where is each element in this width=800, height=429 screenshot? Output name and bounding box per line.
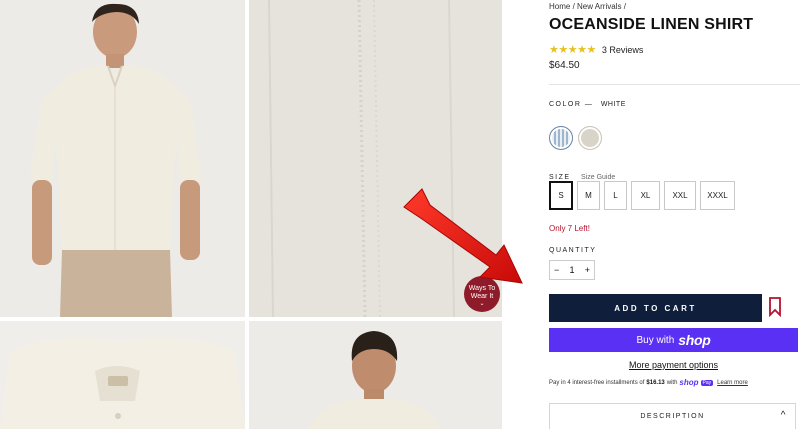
- description-label: DESCRIPTION: [640, 413, 705, 420]
- installments-amount: $16.13: [646, 379, 665, 386]
- gallery-image-back[interactable]: [249, 321, 502, 429]
- breadcrumb-home[interactable]: Home: [549, 2, 570, 11]
- pay-badge: Pay: [700, 379, 714, 386]
- color-separator: —: [584, 101, 594, 108]
- learn-more-link[interactable]: Learn more: [717, 380, 748, 386]
- installments-text: Pay in 4 interest-free installments of: [549, 379, 645, 386]
- color-label: COLOR: [549, 101, 582, 108]
- shop-pay-mini-logo: shop: [679, 378, 699, 387]
- star-rating-icon: ★★★★★: [549, 44, 596, 56]
- add-to-cart-button[interactable]: ADD TO CART: [549, 294, 762, 322]
- shop-pay-button[interactable]: Buy with shop: [549, 328, 798, 352]
- size-option-m[interactable]: M: [577, 181, 600, 210]
- ways-to-wear-badge[interactable]: Ways To Wear It ⌄: [464, 276, 500, 312]
- installments-with: with: [666, 379, 678, 386]
- size-options: S M L XL XXL XXXL: [549, 181, 735, 210]
- breadcrumb-new-arrivals[interactable]: New Arrivals: [577, 2, 621, 11]
- blue-stripe-swatch[interactable]: [549, 126, 573, 150]
- color-value: WHITE: [600, 101, 626, 108]
- size-label: SIZE: [549, 174, 571, 181]
- quantity-plus-button[interactable]: +: [585, 265, 590, 275]
- gallery-image-fabric-closeup[interactable]: [249, 0, 502, 317]
- white-swatch[interactable]: [578, 126, 602, 150]
- size-option-l[interactable]: L: [604, 181, 627, 210]
- quantity-minus-button[interactable]: −: [554, 265, 559, 275]
- product-title: OCEANSIDE LINEN SHIRT: [549, 16, 754, 33]
- chevron-up-icon: ^: [780, 410, 787, 421]
- bookmark-icon[interactable]: [768, 297, 782, 317]
- size-option-xxxl[interactable]: XXXL: [700, 181, 735, 210]
- product-panel: Home / New Arrivals / OCEANSIDE LINEN SH…: [549, 0, 800, 429]
- chevron-down-icon: ⌄: [479, 301, 485, 307]
- stock-status: Only 7 Left!: [549, 224, 590, 233]
- ways-badge-line1: Ways To: [468, 285, 496, 292]
- gallery-image-front[interactable]: [0, 0, 245, 317]
- size-option-xxl[interactable]: XXL: [664, 181, 696, 210]
- buy-with-label: Buy with: [636, 334, 675, 346]
- ways-badge-line2: Wear It: [470, 293, 494, 300]
- size-option-xl[interactable]: XL: [631, 181, 660, 210]
- size-option-s[interactable]: S: [549, 181, 573, 210]
- description-accordion[interactable]: DESCRIPTION ^: [549, 403, 796, 429]
- quantity-label: QUANTITY: [549, 247, 597, 254]
- divider: [549, 84, 800, 85]
- installments-info: Pay in 4 interest-free installments of $…: [549, 378, 748, 387]
- shop-logo: shop: [678, 332, 711, 348]
- more-payment-options-link[interactable]: More payment options: [549, 360, 798, 370]
- color-label-row: COLOR — WHITE: [549, 101, 626, 108]
- reviews-link[interactable]: 3 Reviews: [602, 45, 644, 55]
- breadcrumb: Home / New Arrivals /: [549, 2, 626, 11]
- product-price: $64.50: [549, 60, 580, 71]
- gallery-image-folded[interactable]: [0, 321, 245, 429]
- quantity-stepper: − 1 +: [549, 260, 595, 280]
- product-gallery: Ways To Wear It ⌄: [0, 0, 502, 429]
- quantity-value[interactable]: 1: [569, 265, 574, 275]
- size-guide-link[interactable]: Size Guide: [581, 174, 615, 181]
- rating-row: ★★★★★ 3 Reviews: [549, 43, 643, 56]
